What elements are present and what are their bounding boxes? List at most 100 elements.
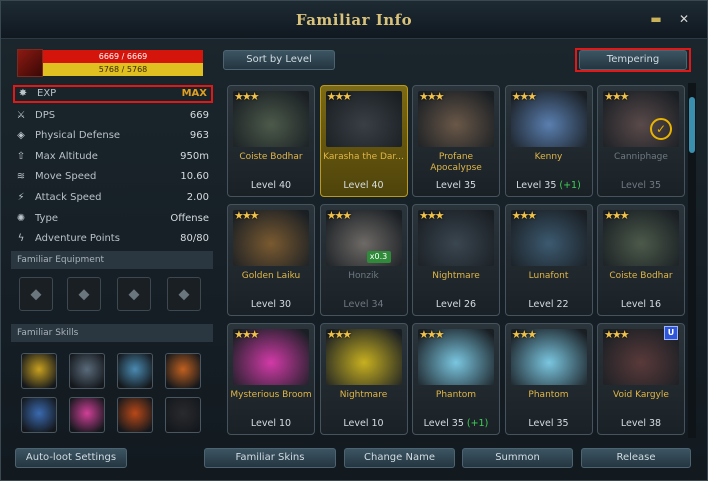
familiar-card[interactable]: ★★★ Karasha the Dar... Level 40	[319, 85, 408, 197]
equipment-slot-4[interactable]: ⬥	[167, 277, 201, 311]
familiar-card[interactable]: ★★★ Lunafont Level 22	[504, 204, 593, 316]
familiar-card[interactable]: ★★★ Phantom Level 35	[504, 323, 593, 435]
familiar-card[interactable]: ★★★ Coiste Bodhar Level 16	[597, 204, 685, 316]
familiar-card[interactable]: ★★★ Nightmare Level 26	[412, 204, 500, 316]
shield-icon: ◈	[17, 130, 25, 142]
stat-label: Adventure Points	[35, 233, 120, 245]
familiar-card[interactable]: ★★★ U Void Kargyle Level 38	[597, 323, 685, 435]
level-text: Level 10	[250, 418, 292, 429]
summon-button[interactable]: Summon	[462, 448, 573, 468]
stat-label: EXP	[37, 88, 57, 99]
level-text: Level 16	[620, 299, 662, 310]
familiar-name: Void Kargyle	[613, 390, 669, 400]
familiar-card[interactable]: ★★★ Phantom Level 35 (+1)	[412, 323, 500, 435]
star-icon: ✸	[18, 88, 28, 99]
stat-value: 2.00	[186, 192, 209, 203]
tempering-button[interactable]: Tempering	[579, 50, 687, 70]
star-rating-icon: ★★★	[604, 328, 630, 341]
pink-beam-skill-icon[interactable]	[69, 397, 105, 433]
blue-dragon-skill-icon[interactable]	[21, 397, 57, 433]
star-rating-icon: ★★★	[234, 90, 260, 103]
stat-value: Offense	[170, 212, 209, 224]
star-rating-icon: ★★★	[511, 90, 538, 103]
stat-label: Type	[35, 212, 58, 224]
golden-ring-skill-icon[interactable]	[21, 353, 57, 389]
change-name-button[interactable]: Change Name	[344, 448, 455, 468]
familiar-card[interactable]: ★★★ x0.3 Honzik Level 34	[319, 204, 408, 316]
familiar-card[interactable]: ★★★ Nightmare Level 10	[319, 323, 408, 435]
star-rating-icon: ★★★	[326, 209, 353, 222]
familiar-level: Level 35 (+1)	[506, 180, 592, 191]
familiar-card[interactable]: ★★★ Kenny Level 35 (+1)	[504, 85, 593, 197]
stat-row-adventure-points: ϟ Adventure Points 80/80	[13, 229, 213, 249]
familiar-info-window: Familiar Info ▬ ✕ 6669 / 6669 5768 / 576…	[0, 0, 708, 481]
familiar-level: Level 26	[413, 299, 499, 310]
familiar-skins-button[interactable]: Familiar Skins	[204, 448, 336, 468]
fire-dragon-skill-icon[interactable]	[165, 353, 201, 389]
stat-label: Move Speed	[35, 171, 97, 183]
check-badge-icon: ✓	[650, 118, 672, 140]
familiar-portrait	[17, 49, 43, 77]
familiar-name: Nightmare	[339, 390, 388, 400]
star-rating-icon: ★★★	[326, 90, 353, 103]
familiar-card[interactable]: ★★★ Golden Laiku Level 30	[227, 204, 315, 316]
familiar-level: Level 30	[228, 299, 314, 310]
ice-dragon-skill-icon[interactable]	[117, 353, 153, 389]
familiar-skills-header: Familiar Skills	[11, 324, 213, 342]
altitude-icon: ⇧	[16, 150, 26, 162]
level-text: Level 40	[250, 180, 292, 191]
level-text: Level 10	[343, 418, 384, 429]
star-rating-icon: ★★★	[234, 209, 260, 222]
tag-badge: U	[664, 326, 678, 340]
flame-dragon-skill-icon[interactable]	[117, 397, 153, 433]
familiar-card[interactable]: ★★★ Coiste Bodhar Level 40	[227, 85, 315, 197]
familiar-name: Karasha the Dar...	[323, 152, 404, 162]
familiar-card[interactable]: ★★★ Mysterious Broom Level 10	[227, 323, 315, 435]
familiar-name: Coiste Bodhar	[609, 271, 673, 281]
stat-row-move-speed: ≋ Move Speed 10.60	[13, 167, 213, 187]
stat-value: MAX	[181, 88, 207, 99]
level-text: Level 38	[620, 418, 662, 429]
level-text: Level 22	[528, 299, 569, 310]
title-bar: Familiar Info ▬ ✕	[1, 1, 707, 39]
star-rating-icon: ★★★	[511, 209, 538, 222]
stat-row-physical-defense: ◈ Physical Defense 963	[13, 126, 213, 146]
star-rating-icon: ★★★	[604, 90, 630, 103]
stat-label: DPS	[35, 109, 56, 121]
familiar-name: Honzik	[348, 271, 379, 281]
lightning-icon: ϟ	[17, 233, 25, 245]
familiar-name: Phantom	[528, 390, 569, 400]
familiar-level: Level 35	[598, 180, 684, 191]
left-panel: 6669 / 6669 5768 / 5768 ✸ EXP MAX ⚔ DPS 669 ◈ P…	[7, 45, 215, 440]
hp-bar: 6669 / 6669	[43, 50, 203, 63]
close-icon[interactable]: ✕	[677, 12, 691, 26]
stat-row-attack-speed: ⚡ Attack Speed 2.00	[13, 188, 213, 208]
familiar-card[interactable]: ★★★ ✓ Canniphage Level 35	[597, 85, 685, 197]
equipment-slot-3[interactable]: ⬥	[117, 277, 151, 311]
star-rating-icon: ★★★	[419, 90, 445, 103]
familiar-name: Nightmare	[432, 271, 480, 281]
level-plus: (+1)	[466, 418, 489, 429]
familiar-grid: ★★★ Coiste Bodhar Level 40 ★★★ Karasha the D…	[223, 81, 685, 438]
equipment-slot-2[interactable]: ⬥	[67, 277, 101, 311]
auto-loot-settings-button[interactable]: Auto-loot Settings	[15, 448, 127, 468]
star-rating-icon: ★★★	[419, 209, 445, 222]
stat-label: Attack Speed	[35, 192, 102, 203]
star-rating-icon: ★★★	[511, 328, 538, 341]
sort-by-level-button[interactable]: Sort by Level	[223, 50, 335, 70]
level-text: Level 35	[435, 180, 477, 191]
stat-value: 950m	[180, 150, 209, 162]
equipment-slot-1[interactable]: ⬥	[19, 277, 53, 311]
familiar-level: Level 35	[413, 180, 499, 191]
familiar-name: Mysterious Broom	[230, 390, 312, 400]
minimize-icon[interactable]: ▬	[649, 12, 663, 26]
dark-orb-skill-icon[interactable]	[165, 397, 201, 433]
release-button[interactable]: Release	[581, 448, 691, 468]
grid-scrollbar[interactable]	[688, 83, 696, 438]
scrollbar-thumb[interactable]	[689, 97, 695, 153]
familiar-name: Coiste Bodhar	[239, 152, 303, 162]
familiar-card[interactable]: ★★★ Profane Apocalypse Level 35	[412, 85, 500, 197]
tempering-highlight: Tempering	[575, 48, 691, 72]
white-dragon-skill-icon[interactable]	[69, 353, 105, 389]
stat-row-exp: ✸ EXP MAX	[13, 85, 213, 103]
